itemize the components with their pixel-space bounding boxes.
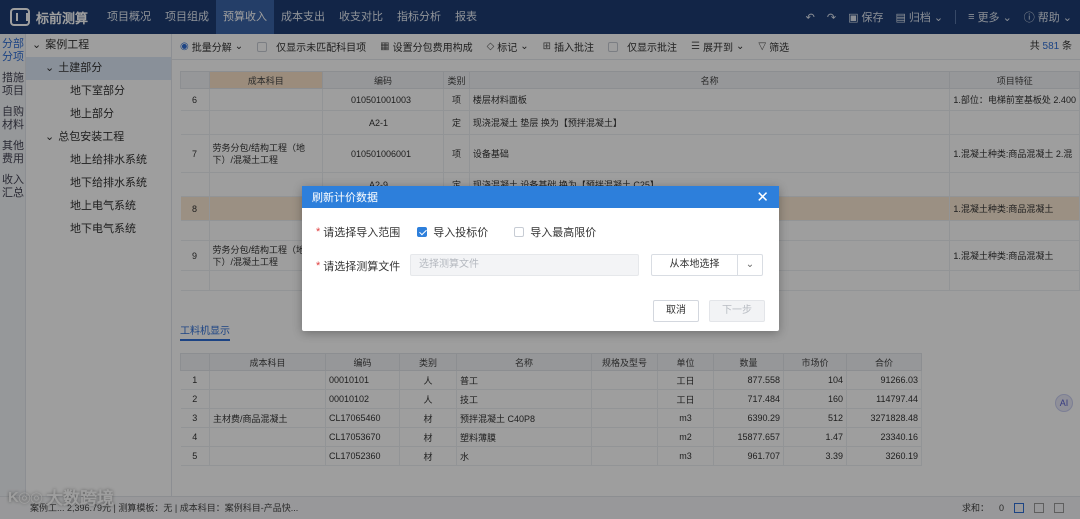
refresh-pricing-dialog: 刷新计价数据 ✕ * 请选择导入范围 导入投标价 导入最高限价 * 请选择测算文… bbox=[302, 186, 779, 331]
file-source-label[interactable]: 从本地选择 bbox=[652, 255, 738, 275]
import-bid-label[interactable]: 导入投标价 bbox=[433, 224, 488, 240]
file-row: * 请选择测算文件 bbox=[316, 258, 400, 274]
dialog-header: 刷新计价数据 ✕ bbox=[302, 186, 779, 208]
next-button[interactable]: 下一步 bbox=[709, 300, 765, 322]
dialog-title: 刷新计价数据 bbox=[312, 192, 378, 204]
scope-row: * 请选择导入范围 导入投标价 导入最高限价 bbox=[316, 224, 596, 240]
required-mark: * bbox=[316, 260, 321, 272]
scope-label: 请选择导入范围 bbox=[323, 227, 401, 239]
close-icon[interactable]: ✕ bbox=[756, 190, 769, 205]
dialog-buttons: 取消 下一步 bbox=[653, 300, 765, 322]
import-max-label[interactable]: 导入最高限价 bbox=[530, 224, 596, 240]
required-mark: * bbox=[316, 226, 321, 238]
file-label: 请选择测算文件 bbox=[323, 261, 401, 273]
chevron-down-icon[interactable]: ⌄ bbox=[738, 255, 762, 275]
import-max-checkbox[interactable] bbox=[514, 227, 525, 237]
file-source-select[interactable]: 从本地选择 ⌄ bbox=[651, 254, 763, 276]
cancel-button[interactable]: 取消 bbox=[653, 300, 699, 322]
import-bid-checkbox[interactable] bbox=[417, 227, 428, 237]
file-path-input[interactable]: 选择测算文件 bbox=[410, 254, 639, 276]
